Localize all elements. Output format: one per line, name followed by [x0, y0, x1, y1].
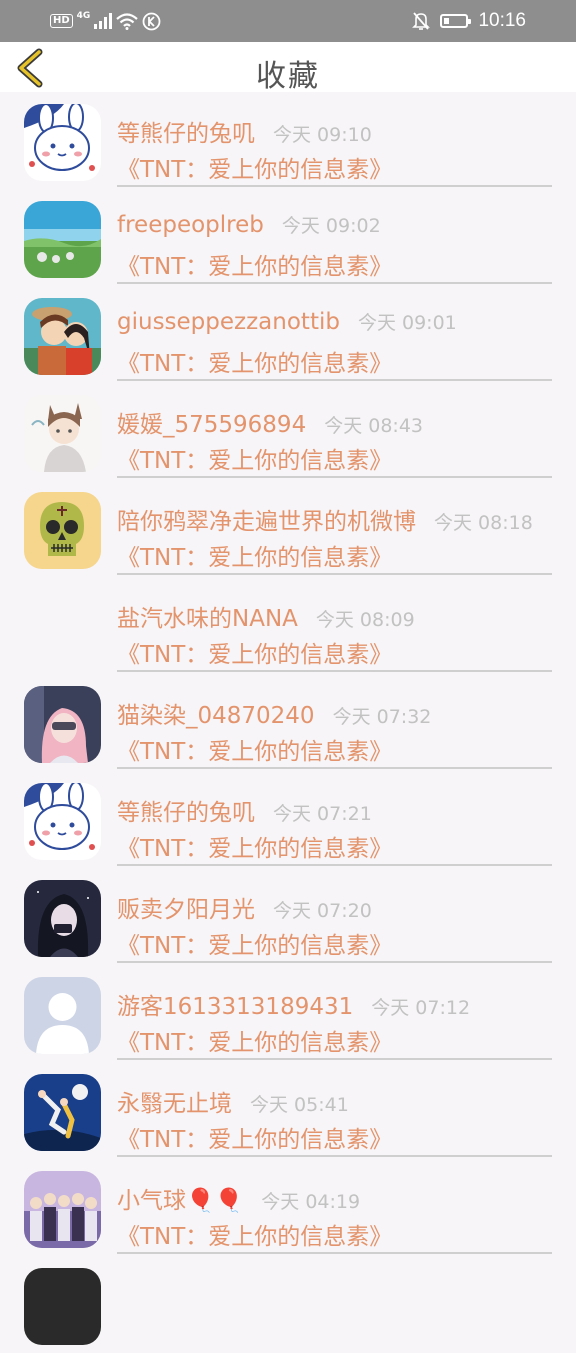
timestamp: 今天 09:10: [273, 124, 372, 146]
user-name: 小气球🎈🎈: [117, 1188, 244, 1214]
divider: [117, 1058, 552, 1060]
song-title: 《TNT：爱上你的信息素》: [117, 351, 393, 377]
divider: [117, 961, 552, 963]
user-name: 永翳无止境: [117, 1091, 232, 1117]
status-right: 10:16: [412, 8, 526, 34]
song-title: 《TNT：爱上你的信息素》: [117, 1224, 393, 1250]
user-name: giusseppezzanottib: [117, 309, 340, 335]
list-item[interactable]: 等熊仔的兔叽 今天 07:21 《TNT：爱上你的信息素》: [0, 771, 576, 868]
song-title: 《TNT：爱上你的信息素》: [117, 1030, 393, 1056]
avatar: [24, 492, 101, 569]
user-name: 贩卖夕阳月光: [117, 897, 255, 923]
page-title: 收藏: [256, 59, 320, 94]
list-item[interactable]: 等熊仔的兔叽 今天 09:10 《TNT：爱上你的信息素》: [0, 92, 576, 189]
song-title: 《TNT：爱上你的信息素》: [117, 739, 393, 765]
user-name: 游客1613313189431: [117, 994, 354, 1020]
timestamp: 今天 09:02: [281, 215, 381, 237]
list-item[interactable]: 陪你鸦翠净走遍世界的机微博 今天 08:18 《TNT：爱上你的信息素》: [0, 480, 576, 577]
user-name: 等熊仔的兔叽: [117, 121, 255, 147]
network-type: 4G: [76, 11, 91, 21]
list-item[interactable]: 小气球🎈🎈 今天 04:19 《TNT：爱上你的信息素》: [0, 1159, 576, 1256]
user-name: 媛媛_575596894: [117, 412, 307, 438]
avatar: [24, 686, 101, 763]
song-title: 《TNT：爱上你的信息素》: [117, 933, 393, 959]
list-item[interactable]: 游客1613313189431 今天 07:12 《TNT：爱上你的信息素》: [0, 965, 576, 1062]
song-title: 《TNT：爱上你的信息素》: [117, 448, 393, 474]
timestamp: 今天 05:41: [250, 1094, 349, 1116]
timestamp: 今天 07:20: [273, 900, 372, 922]
list-item[interactable]: freepeoplreb 今天 09:02 《TNT：爱上你的信息素》: [0, 189, 576, 286]
avatar: [24, 104, 101, 181]
avatar: [24, 880, 101, 957]
divider: [117, 670, 552, 672]
timestamp: 今天 04:19: [261, 1191, 361, 1213]
list-item[interactable]: 猫染染_04870240 今天 07:32 《TNT：爱上你的信息素》: [0, 674, 576, 771]
list-item[interactable]: giusseppezzanottib 今天 09:01 《TNT：爱上你的信息素…: [0, 286, 576, 383]
favorites-list: 等熊仔的兔叽 今天 09:10 《TNT：爱上你的信息素》 freepeoplr…: [0, 92, 576, 1353]
battery-icon: [440, 14, 472, 28]
divider: [117, 379, 552, 381]
timestamp: 今天 07:12: [371, 997, 471, 1019]
clock: 10:16: [478, 10, 526, 31]
list-item[interactable]: 盐汽水味的NANA 今天 08:09 《TNT：爱上你的信息素》: [0, 577, 576, 674]
header: 收藏: [0, 42, 576, 94]
status-bar: HD 4G 10:16: [0, 0, 576, 42]
timestamp: 今天 08:43: [324, 415, 423, 437]
list-item[interactable]: 贩卖夕阳月光 今天 07:20 《TNT：爱上你的信息素》: [0, 868, 576, 965]
avatar: [24, 1074, 101, 1151]
list-item[interactable]: [0, 1256, 576, 1353]
status-left: HD 4G: [50, 9, 161, 33]
user-name: 猫染染_04870240: [117, 703, 315, 729]
hd-badge: HD: [50, 14, 73, 28]
song-title: 《TNT：爱上你的信息素》: [117, 545, 393, 571]
k-circle-icon: [142, 12, 161, 30]
divider: [117, 1155, 552, 1157]
song-title: 《TNT：爱上你的信息素》: [117, 1127, 393, 1153]
timestamp: 今天 08:18: [434, 512, 533, 534]
user-name: freepeoplreb: [117, 212, 264, 238]
divider: [117, 864, 552, 866]
avatar: [24, 1171, 101, 1248]
user-name: 盐汽水味的NANA: [117, 606, 298, 632]
signal-icon: [94, 13, 113, 29]
avatar: [24, 395, 101, 472]
timestamp: 今天 08:09: [315, 609, 415, 631]
avatar: [24, 201, 101, 278]
divider: [117, 185, 552, 187]
user-name: 陪你鸦翠净走遍世界的机微博: [117, 509, 416, 535]
user-name: 等熊仔的兔叽: [117, 800, 255, 826]
divider: [117, 476, 552, 478]
song-title: 《TNT：爱上你的信息素》: [117, 642, 393, 668]
timestamp: 今天 09:01: [357, 312, 457, 334]
timestamp: 今天 07:32: [332, 706, 432, 728]
avatar: [24, 783, 101, 860]
divider: [117, 282, 552, 284]
song-title: 《TNT：爱上你的信息素》: [117, 157, 393, 183]
song-title: 《TNT：爱上你的信息素》: [117, 254, 393, 280]
wifi-icon: [116, 12, 139, 30]
divider: [117, 1252, 552, 1254]
divider: [117, 767, 552, 769]
song-title: 《TNT：爱上你的信息素》: [117, 836, 393, 862]
avatar: [24, 298, 101, 375]
divider: [117, 573, 552, 575]
list-item[interactable]: 媛媛_575596894 今天 08:43 《TNT：爱上你的信息素》: [0, 383, 576, 480]
bell-off-icon: [412, 12, 431, 30]
avatar: [24, 977, 101, 1054]
timestamp: 今天 07:21: [273, 803, 372, 825]
list-item[interactable]: 永翳无止境 今天 05:41 《TNT：爱上你的信息素》: [0, 1062, 576, 1159]
